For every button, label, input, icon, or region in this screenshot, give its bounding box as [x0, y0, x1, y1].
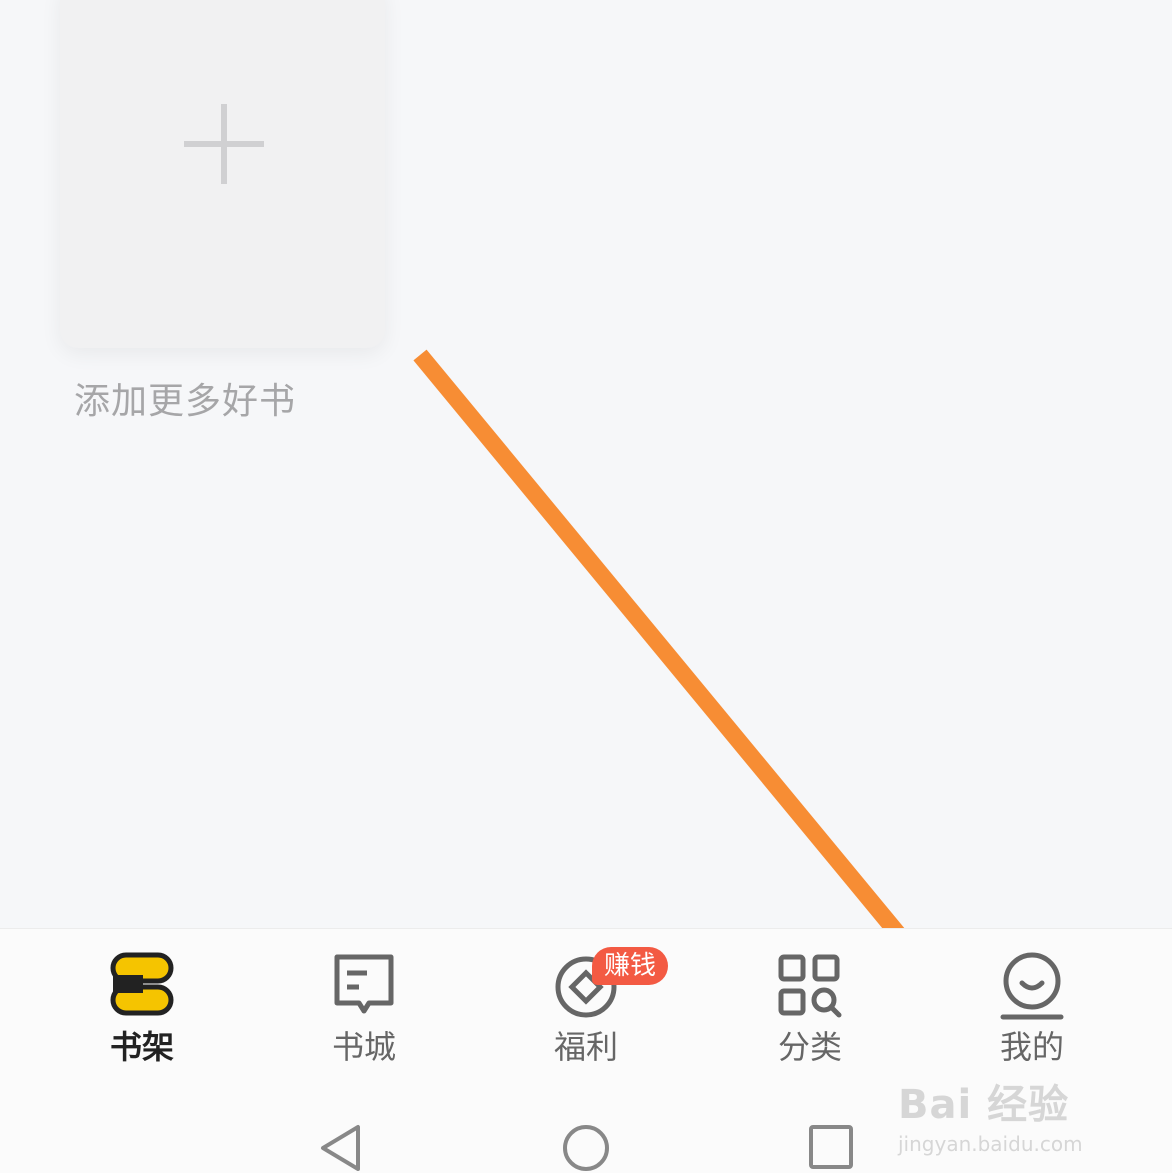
tab-label: 书城	[331, 1028, 396, 1066]
recents-square-icon[interactable]	[808, 1124, 854, 1170]
bookshelf-icon	[110, 952, 174, 1016]
tab-mine[interactable]: 我的	[962, 951, 1102, 1067]
bookstore-icon	[334, 954, 394, 1014]
home-circle-icon[interactable]	[562, 1124, 610, 1172]
tab-bookstore[interactable]: 书城	[294, 951, 434, 1067]
tab-label: 我的	[999, 1028, 1064, 1066]
category-icon	[778, 954, 842, 1018]
tab-welfare[interactable]: 赚钱 福利	[516, 947, 669, 1067]
watermark-brand: Bai 经验	[898, 1082, 1070, 1128]
tab-category[interactable]: 分类	[740, 951, 880, 1067]
tab-label: 福利	[553, 1028, 618, 1066]
tab-label: 分类	[777, 1028, 842, 1066]
smile-profile-icon	[1000, 952, 1064, 1020]
baidu-jingyan-watermark: Bai 经验 jingyan.baidu.com	[898, 1072, 1083, 1156]
earn-money-badge: 赚钱	[592, 947, 669, 985]
watermark-url: jingyan.baidu.com	[898, 1132, 1083, 1156]
back-triangle-icon[interactable]	[318, 1124, 364, 1172]
tab-bookshelf[interactable]: 书架	[72, 951, 212, 1067]
tab-label: 书架	[109, 1028, 174, 1066]
